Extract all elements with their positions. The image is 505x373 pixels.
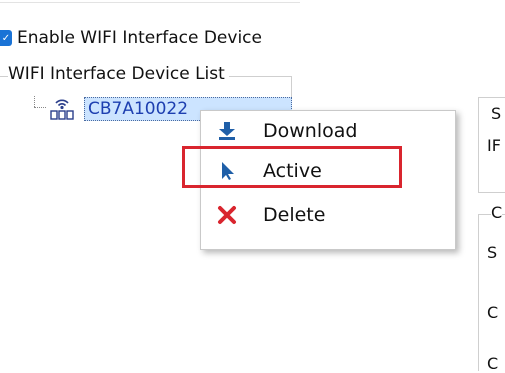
tree-connector-vertical [34,96,35,107]
top-divider [0,2,300,3]
download-icon [217,121,237,141]
status-group-border-left [478,97,479,192]
enable-wifi-row[interactable]: ✓ Enable WIFI Interface Device [0,26,262,50]
config-group-title-fragment: C [491,203,503,222]
status-group-border-top [478,97,505,98]
tree-connector [34,107,46,108]
status-group-title-fragment: S [491,104,502,123]
config-label-fragment-2: C [487,303,499,322]
config-label-fragment-3: C [487,354,499,373]
enable-wifi-label[interactable]: Enable WIFI Interface Device [17,28,262,48]
active-highlight-box [182,146,402,188]
wifi-device-icon [50,99,74,120]
menu-item-delete[interactable]: Delete [201,195,455,235]
menu-item-download[interactable]: Download [201,111,455,151]
status-group-border-bottom [478,192,505,193]
device-list-title: WIFI Interface Device List [8,64,229,84]
config-group-border-left [478,214,479,371]
menu-item-download-label: Download [263,120,358,142]
delete-x-icon [217,205,237,225]
enable-wifi-checkbox[interactable]: ✓ [0,30,12,46]
device-label: CB7A10022 [88,99,189,119]
menu-item-delete-label: Delete [263,204,326,226]
ip-label-fragment: IF [487,136,501,155]
config-label-fragment-1: S [487,243,498,262]
